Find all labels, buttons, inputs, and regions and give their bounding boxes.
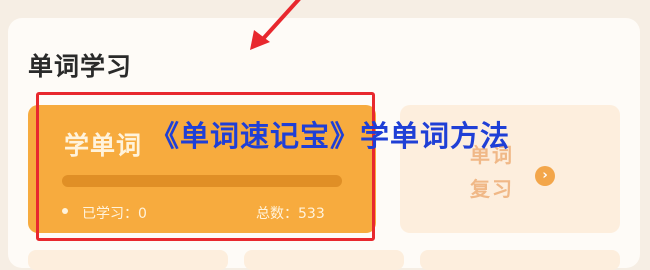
overlay-title: 《单词速记宝》学单词方法	[150, 119, 511, 153]
